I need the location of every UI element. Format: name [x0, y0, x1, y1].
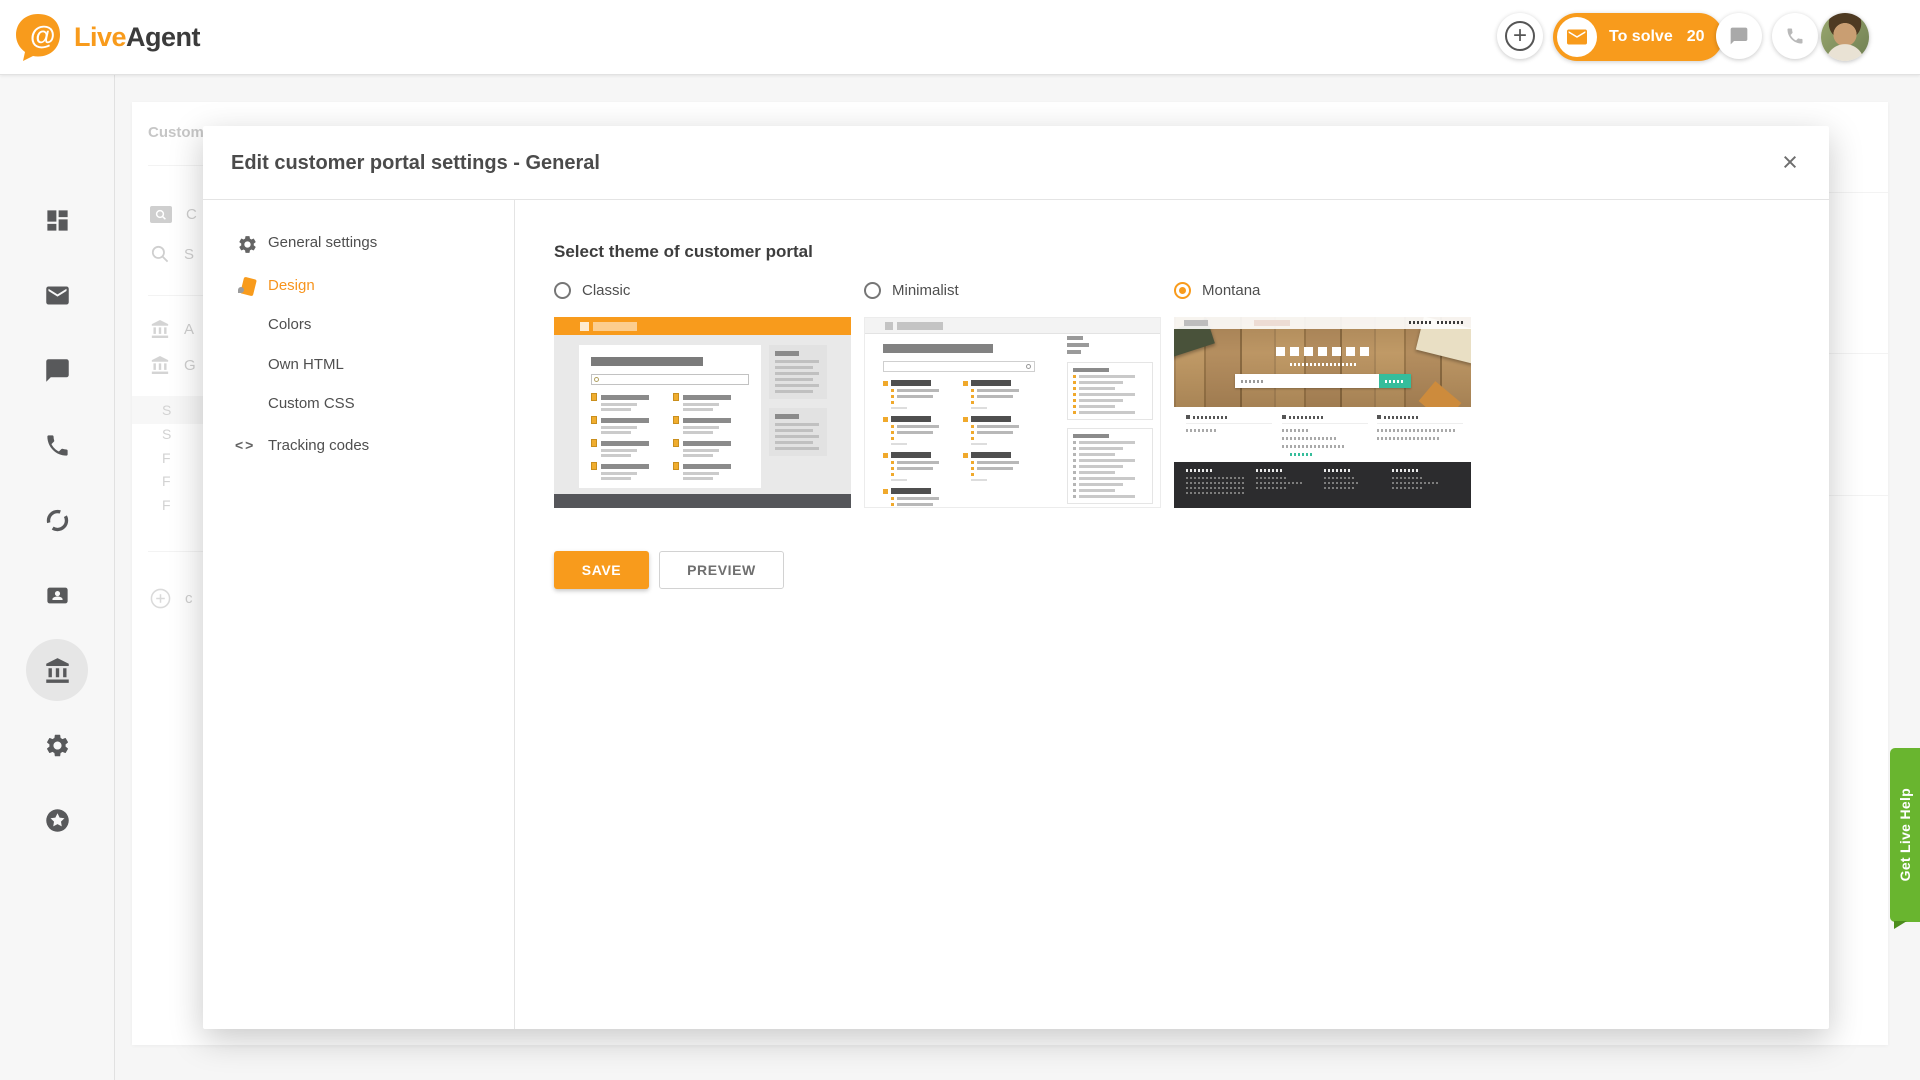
chat-icon[interactable]: [44, 357, 71, 384]
edit-portal-settings-modal: Edit customer portal settings - General …: [203, 126, 1829, 1029]
mail-icon[interactable]: [44, 282, 71, 309]
montana-search-button: [1379, 374, 1411, 388]
classic-list-item: [673, 393, 755, 411]
close-icon[interactable]: ×: [1773, 146, 1807, 180]
menu-item-colors[interactable]: Colors: [203, 313, 514, 341]
classic-list-item: [673, 439, 755, 457]
radio-circle-checked[interactable]: [1174, 282, 1191, 299]
to-solve-label: To solve: [1609, 28, 1673, 46]
left-nav-rail: [0, 75, 115, 1080]
classic-sidebar: [769, 345, 827, 465]
modal-actions: SAVE PREVIEW: [554, 551, 784, 589]
add-new-button[interactable]: +: [1497, 13, 1543, 59]
menu-item-custom-css[interactable]: Custom CSS: [203, 392, 514, 420]
dashboard-icon[interactable]: [44, 207, 71, 234]
modal-header: Edit customer portal settings - General …: [203, 126, 1829, 200]
get-live-help-tab[interactable]: Get Live Help: [1890, 748, 1920, 922]
envelope-badge: [1557, 17, 1597, 57]
top-bar: @ LiveAgent + To solve 20: [0, 0, 1920, 75]
select-theme-heading: Select theme of customer portal: [554, 242, 813, 262]
contacts-card-icon[interactable]: [44, 582, 71, 609]
classic-list-item: [673, 416, 755, 434]
radio-circle[interactable]: [864, 282, 881, 299]
classic-header-bar: [554, 317, 851, 335]
minimalist-group: [883, 416, 963, 445]
gear-icon[interactable]: [44, 732, 71, 759]
radio-classic[interactable]: Classic: [554, 278, 851, 302]
chat-bubble-icon: [1729, 26, 1749, 46]
classic-footer-bar: [554, 494, 851, 508]
classic-list-item: [591, 439, 673, 457]
minimalist-header-bar: [865, 318, 1160, 334]
chats-button[interactable]: [1716, 13, 1762, 59]
classic-main-panel: [579, 345, 761, 488]
minimalist-group: [883, 488, 963, 508]
theme-option-montana: Montana: [1174, 278, 1471, 302]
phone-icon[interactable]: [44, 432, 71, 459]
envelope-icon: [1567, 29, 1587, 45]
radio-circle[interactable]: [554, 282, 571, 299]
plus-icon: +: [1505, 21, 1535, 51]
calls-button[interactable]: [1772, 13, 1818, 59]
get-live-help-label: Get Live Help: [1897, 788, 1913, 881]
minimalist-group: [883, 452, 963, 481]
menu-item-own-html[interactable]: Own HTML: [203, 353, 514, 381]
modal-content: Select theme of customer portal Classic …: [516, 200, 1829, 1029]
design-icon: [237, 277, 258, 298]
radio-montana[interactable]: Montana: [1174, 278, 1471, 302]
classic-list-item: [591, 393, 673, 411]
liveagent-logo: @ LiveAgent: [14, 12, 200, 62]
gear-icon: [237, 234, 258, 255]
save-button[interactable]: SAVE: [554, 551, 649, 589]
classic-list-item: [591, 416, 673, 434]
modal-title: Edit customer portal settings - General: [231, 126, 600, 200]
phone-icon: [1785, 26, 1805, 46]
minimalist-group: [963, 416, 1043, 445]
minimalist-group: [963, 452, 1043, 481]
classic-list-item: [673, 462, 755, 480]
menu-item-tracking-codes[interactable]: <> Tracking codes: [203, 434, 514, 462]
menu-item-design[interactable]: Design: [203, 274, 514, 302]
montana-hero: [1174, 317, 1471, 407]
theme-thumbnail-minimalist[interactable]: [864, 317, 1161, 508]
minimalist-sidebar: [1067, 336, 1153, 504]
theme-option-minimalist: Minimalist: [864, 278, 1161, 302]
liveagent-app: Custom C S A G S S F F F c: [0, 0, 1920, 1080]
user-avatar[interactable]: [1821, 13, 1869, 61]
montana-categories: [1174, 407, 1471, 462]
montana-search-bar: [1235, 374, 1411, 388]
minimalist-group: [963, 380, 1043, 409]
logo-bubble-icon: @: [14, 12, 66, 62]
montana-footer: [1174, 462, 1471, 508]
to-solve-button[interactable]: To solve 20: [1553, 13, 1723, 61]
minimalist-group: [883, 380, 963, 409]
svg-text:@: @: [30, 20, 55, 50]
modal-sidebar: General settings Design Colors Own HTML …: [203, 200, 515, 1029]
theme-thumbnail-montana[interactable]: [1174, 317, 1471, 508]
preview-button[interactable]: PREVIEW: [659, 551, 784, 589]
classic-list-item: [591, 462, 673, 480]
radio-minimalist[interactable]: Minimalist: [864, 278, 1161, 302]
theme-option-classic: Classic: [554, 278, 851, 302]
theme-thumbnail-classic[interactable]: [554, 317, 851, 508]
menu-item-general-settings[interactable]: General settings: [203, 231, 514, 259]
customer-portal-icon[interactable]: [44, 657, 71, 684]
star-badge-icon[interactable]: [44, 807, 71, 834]
social-sync-icon[interactable]: [44, 507, 71, 534]
code-icon: <>: [235, 437, 255, 453]
logo-text: LiveAgent: [74, 22, 200, 53]
to-solve-count: 20: [1687, 28, 1705, 46]
